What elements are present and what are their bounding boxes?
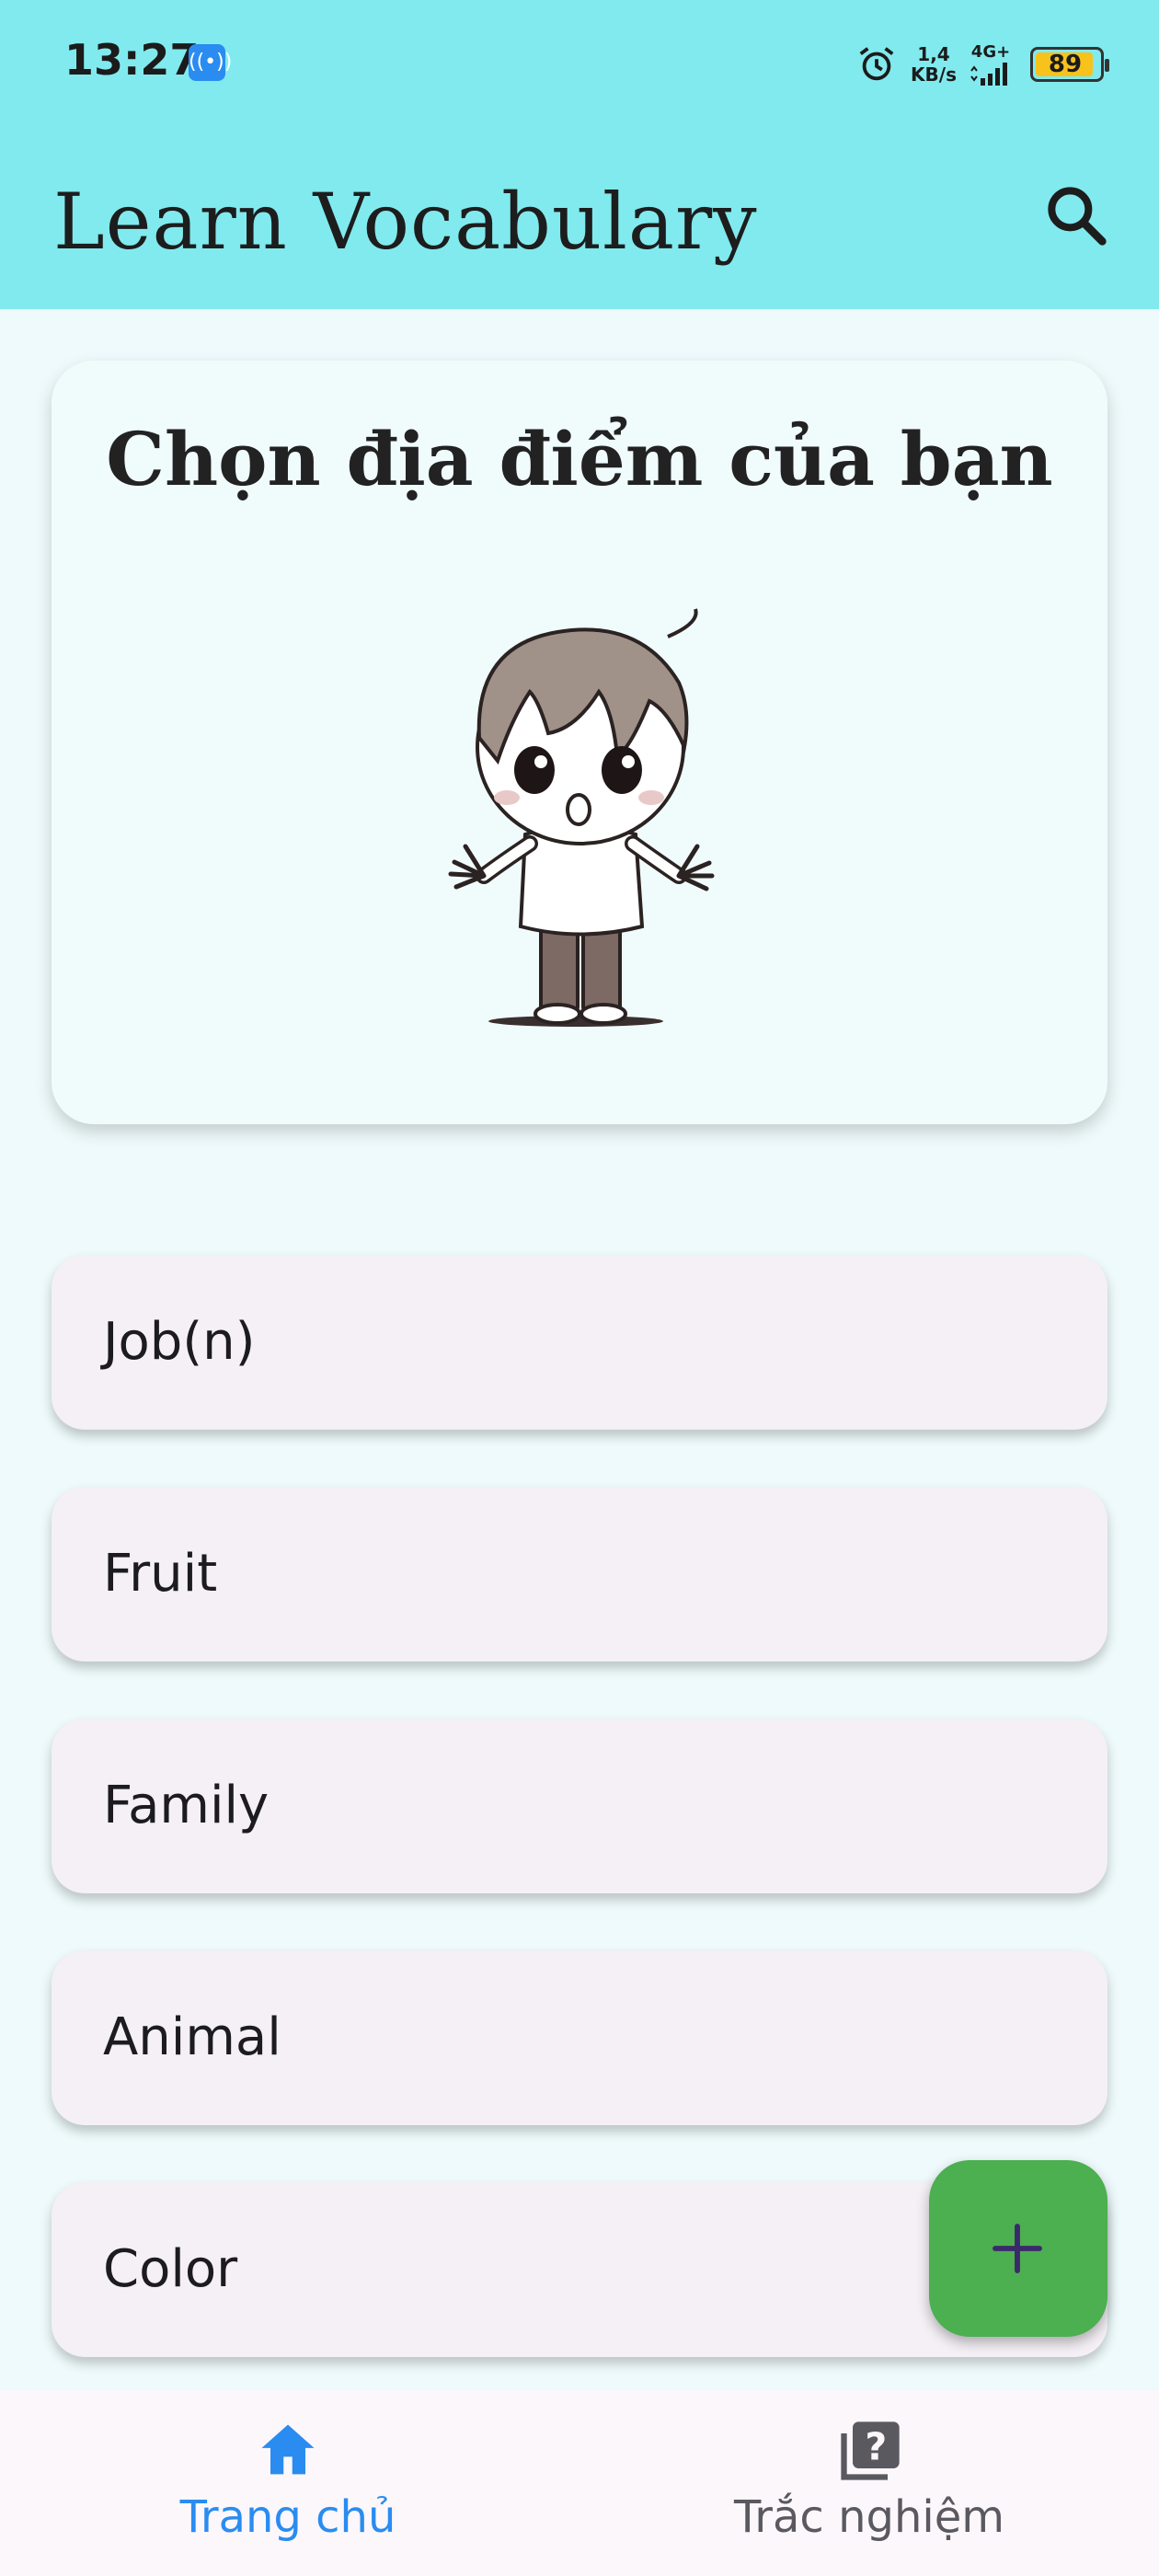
quiz-icon: ? [841,2421,900,2480]
hero-title: Chọn địa điểm của bạn [106,416,1053,502]
app-title: Learn Vocabulary [53,177,758,267]
network-type: 4G+ [970,42,1011,62]
signal-icon [970,63,1007,86]
confused-boy-illustration [448,608,715,1027]
svg-text:?: ? [865,2425,887,2469]
speed-value: 1,4 [917,43,950,65]
battery-icon: 89 [1030,47,1109,82]
home-icon [261,2424,315,2475]
nav-item-quiz[interactable]: ? Trắc nghiệm [580,2390,1159,2576]
alarm-icon [859,47,894,81]
nav-label-quiz: Trắc nghiệm [734,2491,1004,2543]
battery-percent: 89 [1048,51,1083,78]
list-item-animal[interactable]: Animal [52,1950,1107,2125]
nav-label-home: Trang chủ [179,2491,396,2543]
network-speed: 1,4 KB/s [911,44,957,85]
list-item-job[interactable]: Job(n) [52,1255,1107,1430]
list-item-label: Animal [103,2007,281,2067]
app-bar: Learn Vocabulary [0,125,1159,309]
hero-card: Chọn địa điểm của bạn [52,361,1107,1124]
hotspot-icon: ((•)) [189,44,232,81]
list-item-label: Job(n) [103,1312,256,1372]
network-indicator: 4G+ [970,43,1012,86]
add-icon [993,2224,1042,2273]
status-time: 13:27 [64,35,200,85]
speed-unit: KB/s [911,63,957,86]
battery-cap [1105,59,1109,72]
status-icons: 1,4 KB/s 4G+ 89 [855,37,1109,92]
search-icon[interactable] [1039,178,1113,252]
list-item-label: Fruit [103,1544,218,1604]
nav-item-home[interactable]: Trang chủ [0,2390,580,2576]
add-button[interactable] [929,2160,1107,2337]
list-item-label: Family [103,1776,270,1835]
list-item-fruit[interactable]: Fruit [52,1487,1107,1662]
status-bar: 13:27 ((•)) 1,4 KB/s 4G+ 89 [0,0,1159,125]
list-item-label: Color [103,2239,238,2299]
bottom-navigation: Trang chủ ? Trắc nghiệm [0,2390,1159,2576]
list-item-family[interactable]: Family [52,1719,1107,1893]
